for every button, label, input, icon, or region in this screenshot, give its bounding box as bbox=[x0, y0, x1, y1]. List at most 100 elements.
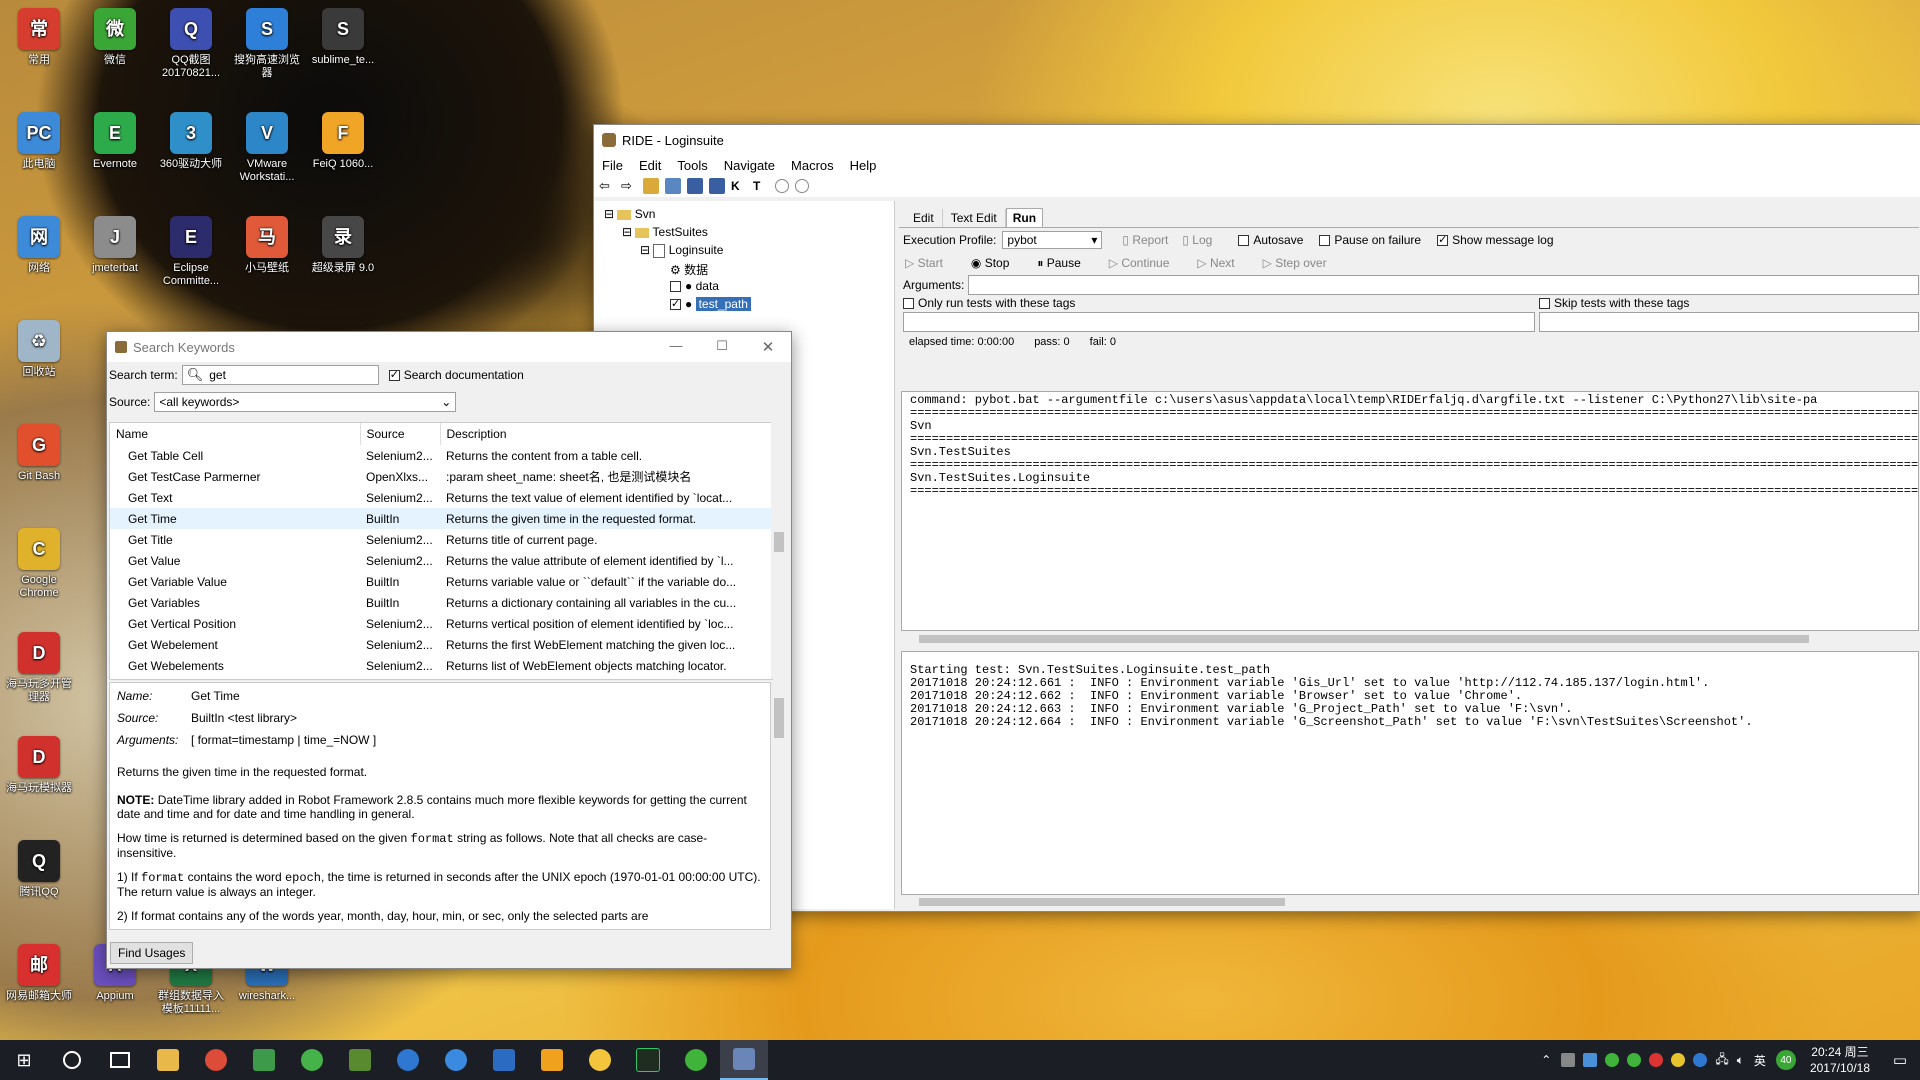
tray-icon[interactable] bbox=[1671, 1053, 1686, 1067]
autosave-checkbox[interactable]: Autosave bbox=[1238, 233, 1303, 247]
tree-node-root[interactable]: ⊟ Svn bbox=[604, 207, 655, 221]
skip-tags-input[interactable] bbox=[1539, 312, 1919, 332]
action-center-icon[interactable]: ▭ bbox=[1880, 1051, 1920, 1069]
only-run-tags-checkbox[interactable] bbox=[903, 298, 914, 310]
network-icon[interactable]: 🖧 bbox=[1715, 1050, 1728, 1071]
tray-icon[interactable] bbox=[1649, 1053, 1664, 1067]
console-output[interactable]: command: pybot.bat --argumentfile c:\use… bbox=[901, 391, 1919, 631]
desktop-icon-app[interactable]: D 海马玩多开管理器 bbox=[2, 632, 76, 704]
save-icon[interactable] bbox=[687, 178, 703, 194]
desktop-icon-eclipse-committe[interactable]: E Eclipse Committe... bbox=[154, 216, 228, 288]
table-row[interactable]: Get Text Selenium2... Returns the text val… bbox=[110, 487, 772, 508]
table-row[interactable]: Get Variable Value BuiltIn Returns variabl… bbox=[110, 571, 772, 592]
tree-node-child2[interactable]: ● data bbox=[670, 279, 719, 293]
menu-edit[interactable]: Edit bbox=[631, 158, 669, 173]
test-icon[interactable]: T bbox=[753, 178, 769, 194]
taskbar-wechat[interactable] bbox=[672, 1040, 720, 1080]
desktop-icon-jmeterbat[interactable]: Jjmeterbat bbox=[78, 216, 152, 275]
desktop-icon-360[interactable]: 3 360驱动大师 bbox=[154, 112, 228, 171]
taskbar-chrome[interactable] bbox=[192, 1040, 240, 1080]
keyword-icon[interactable]: K bbox=[731, 178, 747, 194]
table-row[interactable]: Get Title Selenium2... Returns title of cu… bbox=[110, 529, 772, 550]
table-row[interactable]: Get Webelements Selenium2... Returns list … bbox=[110, 655, 772, 676]
only-run-tags-input[interactable] bbox=[903, 312, 1535, 332]
desktop-icon-app[interactable]: 常常用 bbox=[2, 8, 76, 67]
menu-tools[interactable]: Tools bbox=[669, 158, 715, 173]
desktop-icon-app[interactable]: PC 此电脑 bbox=[2, 112, 76, 171]
volume-icon[interactable]: 🔈︎ bbox=[1737, 1053, 1744, 1068]
test-checkbox[interactable] bbox=[670, 281, 681, 293]
clock[interactable]: 20:24 周三 2017/10/18 bbox=[1800, 1044, 1880, 1076]
next-button[interactable]: ▷ Next bbox=[1197, 256, 1234, 270]
ride-titlebar[interactable]: RIDE - Loginsuite bbox=[594, 125, 1920, 155]
taskbar-qq-browser[interactable] bbox=[384, 1040, 432, 1080]
message-log-hscrollbar[interactable] bbox=[901, 895, 1919, 909]
table-row[interactable]: Get Variables BuiltIn Returns a dictionary… bbox=[110, 592, 772, 613]
open-folder-icon[interactable] bbox=[643, 178, 659, 194]
start-button[interactable]: ⊞ bbox=[0, 1040, 48, 1080]
find-usages-button[interactable]: Find Usages bbox=[110, 942, 194, 964]
arguments-input[interactable] bbox=[968, 275, 1919, 295]
desktop-icon-qq[interactable]: Q 腾讯QQ bbox=[2, 840, 76, 899]
column-name[interactable]: Name bbox=[110, 423, 361, 445]
tab-run[interactable]: Run bbox=[1005, 208, 1044, 227]
pause-on-failure-checkbox[interactable]: Pause on failure bbox=[1319, 233, 1421, 247]
console-hscrollbar[interactable] bbox=[901, 631, 1919, 647]
cortana-button[interactable] bbox=[48, 1040, 96, 1080]
desktop-icon-9-0[interactable]: 录超级录屏 9.0 bbox=[306, 216, 380, 275]
open-icon[interactable] bbox=[665, 178, 681, 194]
taskbar-explorer[interactable] bbox=[144, 1040, 192, 1080]
taskbar-pycharm[interactable] bbox=[624, 1040, 672, 1080]
notification-badge[interactable]: 40 bbox=[1775, 1050, 1796, 1070]
tree-node-child3[interactable]: ● test_path bbox=[670, 297, 751, 311]
step-over-button[interactable]: ▷ Step over bbox=[1263, 256, 1327, 270]
task-view-button[interactable] bbox=[96, 1040, 144, 1080]
desktop-icon-app[interactable]: 微微信 bbox=[78, 8, 152, 67]
search-input[interactable]: 🔍︎ get bbox=[181, 365, 379, 385]
table-row[interactable]: Get TestCase Parmerner OpenXlxs...:param … bbox=[110, 466, 772, 487]
desktop-icon-app[interactable]: 网网络 bbox=[2, 216, 76, 275]
desktop-icon-qq-20170821[interactable]: Q QQ截图 20170821... bbox=[154, 8, 228, 80]
taskbar-app-orange[interactable] bbox=[528, 1040, 576, 1080]
taskbar-feiq[interactable] bbox=[576, 1040, 624, 1080]
taskbar-ride[interactable] bbox=[720, 1040, 768, 1080]
desktop-icon-sublime-te[interactable]: Ssublime_te... bbox=[306, 8, 380, 67]
desktop-icon-app[interactable]: 马小马壁纸 bbox=[230, 216, 304, 275]
tree-node-testsuites[interactable]: ⊟ TestSuites bbox=[622, 225, 708, 239]
taskbar-wubi[interactable] bbox=[336, 1040, 384, 1080]
test-checkbox[interactable] bbox=[670, 297, 681, 311]
tray-icon[interactable] bbox=[1693, 1053, 1708, 1067]
search-documentation-checkbox[interactable]: Search documentation bbox=[388, 368, 524, 382]
close-icon[interactable]: ✕ bbox=[745, 338, 791, 356]
execution-profile-select[interactable]: pybot ▾ bbox=[1002, 231, 1103, 249]
desktop-icon-app[interactable]: D 海马玩模拟器 bbox=[2, 736, 76, 795]
chevron-up-icon[interactable]: ⌃ bbox=[1541, 1053, 1551, 1067]
desktop-icon-evernote[interactable]: E Evernote bbox=[78, 112, 152, 171]
tree-node-child1[interactable]: ⚙ 数据 bbox=[670, 261, 708, 278]
tray-icon[interactable] bbox=[1583, 1053, 1598, 1067]
desktop-icon-app[interactable]: S 搜狗高速浏览器 bbox=[230, 8, 304, 80]
report-button[interactable]: ▯ Report bbox=[1122, 233, 1168, 247]
forward-icon[interactable]: ⇨ bbox=[621, 178, 637, 194]
table-row[interactable]: Get Time BuiltIn Returns the given time in… bbox=[110, 508, 772, 529]
log-button[interactable]: ▯ Log bbox=[1182, 233, 1212, 247]
menu-macros[interactable]: Macros bbox=[783, 158, 842, 173]
menu-help[interactable]: Help bbox=[842, 158, 885, 173]
table-row[interactable]: Get Webelement Selenium2... Returns the fi… bbox=[110, 634, 772, 655]
run-icon[interactable] bbox=[775, 179, 789, 193]
continue-button[interactable]: ▷ Continue bbox=[1109, 256, 1170, 270]
menu-navigate[interactable]: Navigate bbox=[716, 158, 783, 173]
tab-edit[interactable]: Edit bbox=[905, 209, 943, 227]
taskbar-app-blue[interactable] bbox=[480, 1040, 528, 1080]
desktop-icon-feiq-1060[interactable]: F FeiQ 1060... bbox=[306, 112, 380, 171]
column-description[interactable]: Description bbox=[440, 423, 772, 445]
minimize-icon[interactable]: — bbox=[653, 338, 699, 356]
taskbar-sogou[interactable] bbox=[432, 1040, 480, 1080]
table-row[interactable]: Get Table Cell Selenium2... Returns the co… bbox=[110, 445, 772, 466]
message-log[interactable]: Starting test: Svn.TestSuites.Loginsuite… bbox=[901, 651, 1919, 895]
stop-button[interactable]: ◉ Stop bbox=[971, 256, 1010, 270]
desktop-icon-app[interactable]: ♻ 回收站 bbox=[2, 320, 76, 379]
desktop-icon-app[interactable]: 邮网易邮箱大师 bbox=[2, 944, 76, 1003]
table-row[interactable]: Get Value Selenium2... Returns the value a… bbox=[110, 550, 772, 571]
ime-indicator[interactable]: 英 bbox=[1754, 1052, 1766, 1069]
